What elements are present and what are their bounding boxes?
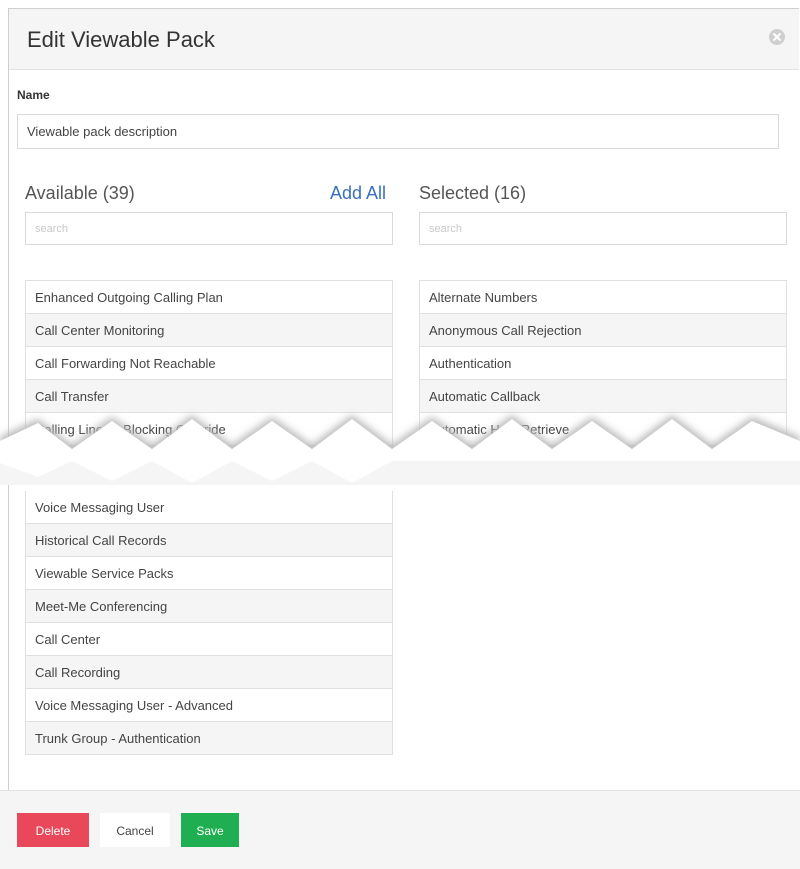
save-button[interactable]: Save <box>181 813 239 847</box>
list-item[interactable]: Call Center Monitoring <box>25 314 393 347</box>
dialog-footer: Delete Cancel Save <box>0 790 800 869</box>
name-label: Name <box>17 88 50 102</box>
list-item[interactable]: Meet-Me Conferencing <box>25 590 393 623</box>
selected-search-input[interactable] <box>419 212 787 245</box>
list-item[interactable]: Historical Call Records <box>25 524 393 557</box>
list-item[interactable]: Call Center <box>25 623 393 656</box>
list-item[interactable]: Anonymous Call Rejection <box>419 314 787 347</box>
selected-title: Selected (16) <box>419 183 527 203</box>
available-list-continued: Voice Messaging User Historical Call Reco… <box>25 491 393 755</box>
available-title: Available (39) <box>25 183 135 203</box>
list-item[interactable]: Voice Messaging User <box>25 491 393 524</box>
list-item[interactable]: Viewable Service Packs <box>25 557 393 590</box>
dialog-title: Edit Viewable Pack <box>27 27 215 52</box>
list-item[interactable]: Alternate Numbers <box>419 281 787 314</box>
list-item[interactable]: Voice Messaging User - Advanced <box>25 689 393 722</box>
add-all-link[interactable]: Add All <box>330 183 386 204</box>
torn-edge-divider <box>0 415 800 485</box>
available-search-input[interactable] <box>25 212 393 245</box>
delete-button[interactable]: Delete <box>17 813 89 847</box>
dialog-header: Edit Viewable Pack <box>9 9 799 70</box>
close-icon[interactable] <box>769 29 785 45</box>
cancel-button[interactable]: Cancel <box>100 813 170 847</box>
list-item[interactable]: Authentication <box>419 347 787 380</box>
name-input[interactable] <box>17 114 779 149</box>
list-item[interactable]: Call Recording <box>25 656 393 689</box>
list-item[interactable]: Enhanced Outgoing Calling Plan <box>25 281 393 314</box>
list-item[interactable]: Trunk Group - Authentication <box>25 722 393 755</box>
list-item[interactable]: Call Forwarding Not Reachable <box>25 347 393 380</box>
